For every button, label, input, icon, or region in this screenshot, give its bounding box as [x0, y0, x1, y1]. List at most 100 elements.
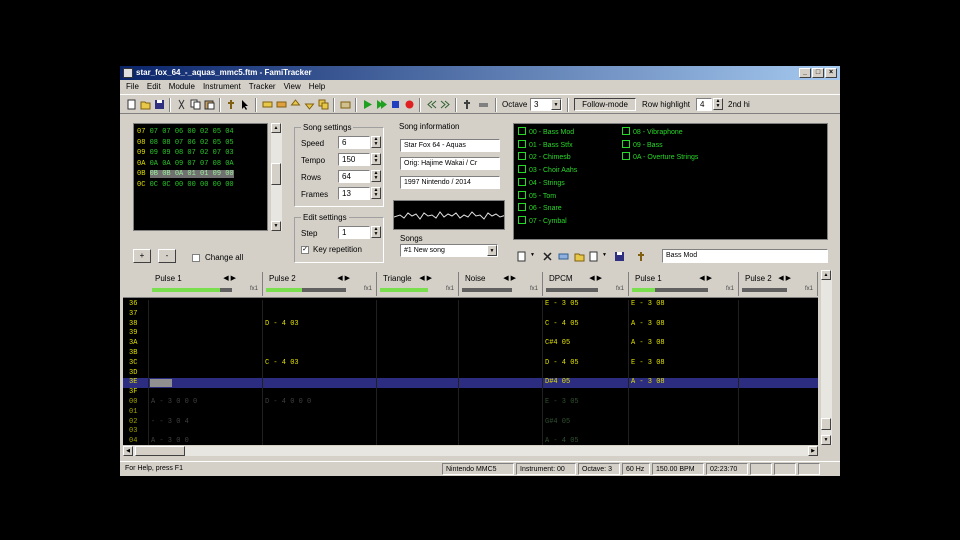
frame-list[interactable]: 07 07 07 06 00 02 05 04 08 08 08 07 06 02… [133, 123, 268, 231]
add-frame-button[interactable]: + [133, 249, 151, 263]
save-instrument-icon[interactable] [614, 251, 625, 262]
copy-instrument-icon[interactable] [588, 251, 599, 262]
pattern-vscrollbar[interactable]: ▲ ▼ [820, 270, 832, 445]
pattern-cell[interactable]: D - 4 03 [265, 320, 299, 330]
maximize-button[interactable]: □ [812, 68, 824, 78]
instrument-item[interactable]: 02 - Chimesb [518, 152, 571, 162]
scroll-down-icon[interactable]: ▼ [271, 221, 281, 231]
scroll-up-icon[interactable]: ▲ [821, 270, 831, 280]
scroll-thumb[interactable] [821, 418, 831, 430]
record-icon[interactable] [404, 99, 415, 110]
pattern-cell[interactable]: A - 3 08 [631, 378, 665, 388]
pattern-row[interactable]: 3E D#4 05 A - 3 08 [123, 378, 818, 389]
pattern-cell[interactable]: A - 3 08 [631, 320, 665, 330]
row-highlight-input[interactable]: 4 [696, 98, 712, 111]
open-folder-icon[interactable] [140, 99, 151, 110]
edit-instrument-icon[interactable] [636, 251, 647, 262]
stop-icon[interactable] [390, 99, 401, 110]
song-name-field[interactable]: Star Fox 64 - Aquas [400, 139, 500, 152]
module-properties-icon[interactable] [340, 99, 351, 110]
pattern-row[interactable]: 38 D - 4 03 C - 4 05 A - 3 08 [123, 320, 818, 330]
pattern-cell[interactable]: E - 3 05 [545, 398, 579, 408]
chevron-down-icon[interactable]: ▼ [602, 252, 607, 258]
clone-instrument-icon[interactable] [558, 251, 569, 262]
instrument-item[interactable]: 09 - Bass [622, 140, 663, 150]
pattern-row[interactable]: 02 - - 3 0 4 G#4 05 [123, 418, 818, 428]
instrument-item[interactable]: 01 - Bass Stfx [518, 140, 573, 150]
channel-pulse-2[interactable]: Pulse 2 ◀ ▶ fx1 [263, 272, 377, 296]
scroll-right-icon[interactable]: ▶ [808, 446, 818, 456]
effect-columns-arrows-icon[interactable]: ◀ ▶ [589, 274, 602, 282]
speed-input[interactable]: 6 [338, 136, 370, 149]
pattern-cell[interactable]: G#4 05 [545, 418, 570, 428]
menu-help[interactable]: Help [309, 81, 325, 93]
load-instrument-icon[interactable] [574, 251, 585, 262]
instrument-name-field[interactable]: Bass Mod [662, 249, 828, 263]
frames-spinner[interactable]: ▲ ▼ [371, 187, 381, 199]
minimize-button[interactable]: _ [799, 68, 811, 78]
copy-icon[interactable] [190, 99, 201, 110]
instrument-item[interactable]: 04 - Strings [518, 178, 565, 188]
instrument-item[interactable]: 00 - Bass Mod [518, 127, 574, 137]
change-all-checkbox[interactable] [192, 254, 200, 262]
scroll-left-icon[interactable]: ◀ [123, 446, 133, 456]
pattern-cell[interactable]: A - 3 08 [631, 339, 665, 349]
follow-mode-toggle[interactable]: Follow-mode [574, 98, 636, 111]
song-copyright-field[interactable]: 1997 Nintendo / 2014 [400, 176, 500, 189]
frame-row[interactable]: 09 09 09 08 07 02 07 03 [137, 148, 267, 159]
cut-icon[interactable] [176, 99, 187, 110]
pattern-row[interactable]: 3B [123, 349, 818, 359]
pattern-cell[interactable]: A - 3 0 0 [151, 437, 189, 445]
insert-frame-icon[interactable] [262, 99, 273, 110]
octave-select[interactable]: 3 ▼ [530, 98, 562, 111]
channel-dpcm[interactable]: DPCM ◀ ▶ fx1 [543, 272, 629, 296]
pattern-row[interactable]: 37 [123, 310, 818, 320]
menu-module[interactable]: Module [169, 81, 195, 93]
pattern-row[interactable]: 04 A - 3 0 0 A - 4 05 [123, 437, 818, 445]
instrument-item[interactable]: 06 - Snare [518, 203, 562, 213]
instrument-item[interactable]: 07 - Cymbal [518, 216, 567, 226]
move-frame-down-icon[interactable] [304, 99, 315, 110]
step-input[interactable]: 1 [338, 226, 370, 239]
instrument-item[interactable]: 05 - Tom [518, 191, 556, 201]
rows-spinner[interactable]: ▲ ▼ [371, 170, 381, 182]
paste-icon[interactable] [204, 99, 215, 110]
pattern-row[interactable]: 3D [123, 369, 818, 379]
pattern-editor[interactable]: Pulse 1 ◀ ▶ fx1 Pulse 2 ◀ ▶ fx1 Triangle ◀ ▶ fx1… [123, 270, 818, 445]
effect-columns-arrows-icon[interactable]: ◀ ▶ [503, 274, 516, 282]
new-file-icon[interactable] [126, 99, 137, 110]
pattern-row[interactable]: 3C C - 4 03 D - 4 05 E - 3 08 [123, 359, 818, 369]
effect-columns-arrows-icon[interactable]: ◀ ▶ [223, 274, 236, 282]
key-repetition-checkbox[interactable]: ✓ [301, 246, 309, 254]
row-highlight-spinner[interactable]: ▲ ▼ [713, 98, 723, 110]
channel-pulse-1[interactable]: Pulse 1 ◀ ▶ fx1 [149, 272, 263, 296]
menu-view[interactable]: View [284, 81, 301, 93]
pattern-cell[interactable]: D#4 05 [545, 378, 570, 388]
play-icon[interactable] [362, 99, 373, 110]
pattern-row[interactable]: 00 A - 3 0 0 0 D - 4 0 0 0 E - 3 05 [123, 398, 818, 408]
frames-input[interactable]: 13 [338, 187, 370, 200]
next-song-icon[interactable] [440, 99, 451, 110]
pattern-row[interactable]: 03 [123, 427, 818, 437]
instrument-list[interactable]: 00 - Bass Mod 01 - Bass Stfx 02 - Chimesb 0… [513, 123, 828, 240]
menu-tracker[interactable]: Tracker [249, 81, 276, 93]
instrument-item[interactable]: 08 - Vibraphone [622, 127, 683, 137]
pattern-rows[interactable]: 36 E - 3 05 E - 3 08 37 38 D - 4 03 C - 4 05 A … [123, 300, 818, 445]
pattern-cell[interactable]: C - 4 03 [265, 359, 299, 369]
step-spinner[interactable]: ▲ ▼ [371, 226, 381, 238]
scroll-thumb[interactable] [135, 446, 185, 456]
pattern-cell[interactable]: A - 4 05 [545, 437, 579, 445]
song-author-field[interactable]: Orig: Hajime Wakai / Cr [400, 157, 500, 170]
move-frame-up-icon[interactable] [290, 99, 301, 110]
play-loop-icon[interactable] [376, 99, 387, 110]
pattern-cell[interactable]: C#4 05 [545, 339, 570, 349]
pattern-cell[interactable]: A - 3 0 0 0 [151, 398, 197, 408]
instrument-item[interactable]: 0A - Overture Strings [622, 152, 698, 162]
remove-frame-button[interactable]: - [158, 249, 176, 263]
save-icon[interactable] [154, 99, 165, 110]
rows-input[interactable]: 64 [338, 170, 370, 183]
close-button[interactable]: × [825, 68, 837, 78]
channel-noise[interactable]: Noise ◀ ▶ fx1 [459, 272, 543, 296]
pattern-cell[interactable]: D - 4 0 0 0 [265, 398, 311, 408]
channel-pulse-1[interactable]: Pulse 1 ◀ ▶ fx1 [629, 272, 739, 296]
